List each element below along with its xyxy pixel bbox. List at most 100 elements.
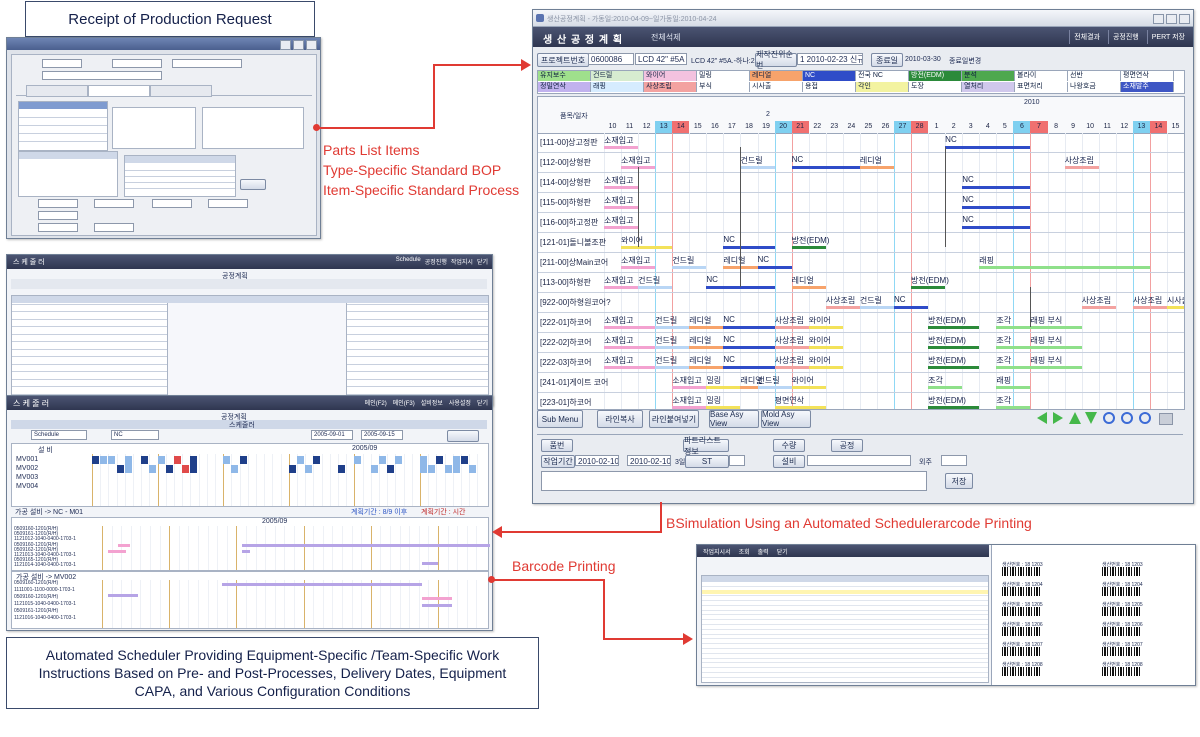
schedule-block[interactable] bbox=[108, 456, 116, 464]
gantt-task-bar[interactable] bbox=[723, 246, 775, 249]
gantt-task-bar[interactable] bbox=[757, 266, 792, 269]
base-asy-view-button[interactable]: Base Asy View bbox=[709, 410, 759, 428]
scheduler-main-f2-button[interactable]: 메인(F2) bbox=[365, 398, 387, 407]
request-field-2[interactable] bbox=[112, 59, 162, 68]
gantt-task-bar[interactable] bbox=[723, 326, 775, 329]
gantt-task-bar[interactable] bbox=[945, 146, 1031, 149]
schedule-block[interactable] bbox=[165, 465, 173, 473]
schedule-block[interactable] bbox=[223, 456, 231, 464]
gantt-task-bar[interactable] bbox=[979, 266, 1150, 269]
gantt-task-bar[interactable] bbox=[928, 346, 980, 349]
task-block[interactable] bbox=[108, 550, 126, 553]
task-block[interactable] bbox=[118, 544, 130, 547]
zoom-reset-icon[interactable] bbox=[1139, 412, 1151, 424]
range-from-field[interactable]: 2005-09-01 bbox=[311, 430, 353, 440]
tab-extra[interactable] bbox=[150, 85, 212, 97]
schedule-block[interactable] bbox=[387, 465, 395, 473]
task-block[interactable] bbox=[422, 604, 452, 607]
schedule-block[interactable] bbox=[116, 465, 124, 473]
gantt-task-bar[interactable] bbox=[1030, 326, 1048, 329]
maximize-icon[interactable] bbox=[293, 40, 304, 50]
gantt-task-bar[interactable] bbox=[996, 366, 1031, 369]
gantt-task-bar[interactable] bbox=[672, 406, 707, 409]
schedule-block[interactable] bbox=[182, 465, 190, 473]
schedule-block[interactable] bbox=[444, 465, 452, 473]
schedule-block[interactable] bbox=[461, 456, 468, 464]
schedule-block[interactable] bbox=[231, 465, 239, 473]
gantt-task-bar[interactable] bbox=[911, 286, 946, 289]
request-date-field-4[interactable] bbox=[208, 199, 248, 208]
gantt-task-bar[interactable] bbox=[1047, 346, 1082, 349]
outsource-checkbox[interactable]: 외주 bbox=[919, 457, 932, 467]
gantt-task-bar[interactable] bbox=[604, 206, 639, 209]
task-block[interactable] bbox=[422, 562, 438, 565]
process-filter-select[interactable]: NC bbox=[111, 430, 159, 440]
schedule-block[interactable] bbox=[305, 465, 313, 473]
gantt-task-bar[interactable] bbox=[1064, 166, 1099, 169]
schedule-block[interactable] bbox=[100, 456, 108, 464]
header-result-button[interactable]: 전체결과 bbox=[1069, 30, 1104, 44]
gantt-task-bar[interactable] bbox=[962, 226, 1031, 229]
gantt-task-bar[interactable] bbox=[791, 286, 826, 289]
gantt-task-bar[interactable] bbox=[1132, 306, 1167, 309]
barcode-tab-order[interactable]: 작업지시서 bbox=[703, 547, 731, 556]
gantt-task-bar[interactable] bbox=[928, 406, 980, 409]
close-icon[interactable] bbox=[306, 40, 317, 50]
schedule-block[interactable] bbox=[149, 465, 157, 473]
model-field[interactable]: LCD 42" #5A bbox=[635, 53, 687, 65]
gantt-task-bar[interactable] bbox=[604, 226, 639, 229]
st-button[interactable]: ST bbox=[685, 455, 729, 468]
gantt-task-bar[interactable] bbox=[996, 406, 1031, 409]
arrow-up-icon[interactable] bbox=[1069, 412, 1081, 424]
schedule-block[interactable] bbox=[92, 456, 99, 464]
gantt-task-bar[interactable] bbox=[621, 266, 656, 269]
task-block[interactable] bbox=[422, 597, 452, 600]
gantt-task-bar[interactable] bbox=[859, 306, 894, 309]
gantt-task-bar[interactable] bbox=[996, 386, 1031, 389]
schedule-block[interactable] bbox=[379, 456, 386, 464]
header-progress-button[interactable]: 공정진행 bbox=[1107, 30, 1143, 44]
gantt-task-bar[interactable] bbox=[1081, 306, 1116, 309]
request-date-field-7[interactable] bbox=[94, 223, 134, 232]
schedule-block[interactable] bbox=[420, 456, 427, 473]
plan-header-subtitle[interactable]: 전체석제 bbox=[651, 32, 680, 43]
gantt-task-bar[interactable] bbox=[791, 246, 826, 249]
gantt-task-bar[interactable] bbox=[928, 386, 963, 389]
close-icon[interactable] bbox=[1179, 14, 1190, 24]
scheduler-close-button[interactable]: 닫기 bbox=[477, 398, 488, 407]
list-close-button[interactable]: 닫기 bbox=[477, 257, 488, 266]
save-button[interactable]: 저장 bbox=[945, 473, 973, 489]
quantity-button[interactable]: 수량 bbox=[773, 439, 805, 452]
schedule-block[interactable] bbox=[338, 465, 345, 473]
gantt-task-bar[interactable] bbox=[621, 246, 673, 249]
schedule-filter-select[interactable]: Schedule bbox=[31, 430, 87, 440]
gantt-task-bar[interactable] bbox=[1047, 366, 1082, 369]
schedule-block[interactable] bbox=[452, 456, 460, 473]
gantt-task-bar[interactable] bbox=[638, 286, 673, 289]
gantt-task-bar[interactable] bbox=[706, 386, 741, 389]
schedule-block[interactable] bbox=[157, 456, 165, 464]
arrow-left-icon[interactable] bbox=[1037, 412, 1047, 424]
schedule-block[interactable] bbox=[370, 465, 378, 473]
gantt-task-bar[interactable] bbox=[723, 346, 775, 349]
task-block[interactable] bbox=[222, 583, 422, 586]
gantt-task-bar[interactable] bbox=[706, 406, 741, 409]
gantt-task-bar[interactable] bbox=[791, 166, 860, 169]
barcode-tab-search[interactable]: 조회 bbox=[739, 547, 750, 556]
gantt-task-bar[interactable] bbox=[604, 366, 656, 369]
line-paste-button[interactable]: 라인붙여넣기 bbox=[649, 410, 699, 428]
end-date-value[interactable]: 2010-03-30 bbox=[905, 56, 941, 63]
task-block[interactable] bbox=[242, 544, 490, 547]
gantt-task-bar[interactable] bbox=[655, 366, 690, 369]
gantt-task-bar[interactable] bbox=[604, 186, 639, 189]
gantt-task-bar[interactable] bbox=[962, 206, 1031, 209]
gantt-task-bar[interactable] bbox=[928, 326, 980, 329]
gantt-task-bar[interactable] bbox=[774, 366, 809, 369]
gantt-task-bar[interactable] bbox=[774, 346, 809, 349]
scheduler-run-button[interactable] bbox=[447, 430, 479, 442]
gantt-task-bar[interactable] bbox=[996, 346, 1031, 349]
list-schedule-button[interactable]: Schedule bbox=[396, 257, 421, 266]
gantt-task-bar[interactable] bbox=[740, 386, 758, 389]
gantt-task-bar[interactable] bbox=[996, 326, 1031, 329]
schedule-block[interactable] bbox=[190, 456, 198, 473]
